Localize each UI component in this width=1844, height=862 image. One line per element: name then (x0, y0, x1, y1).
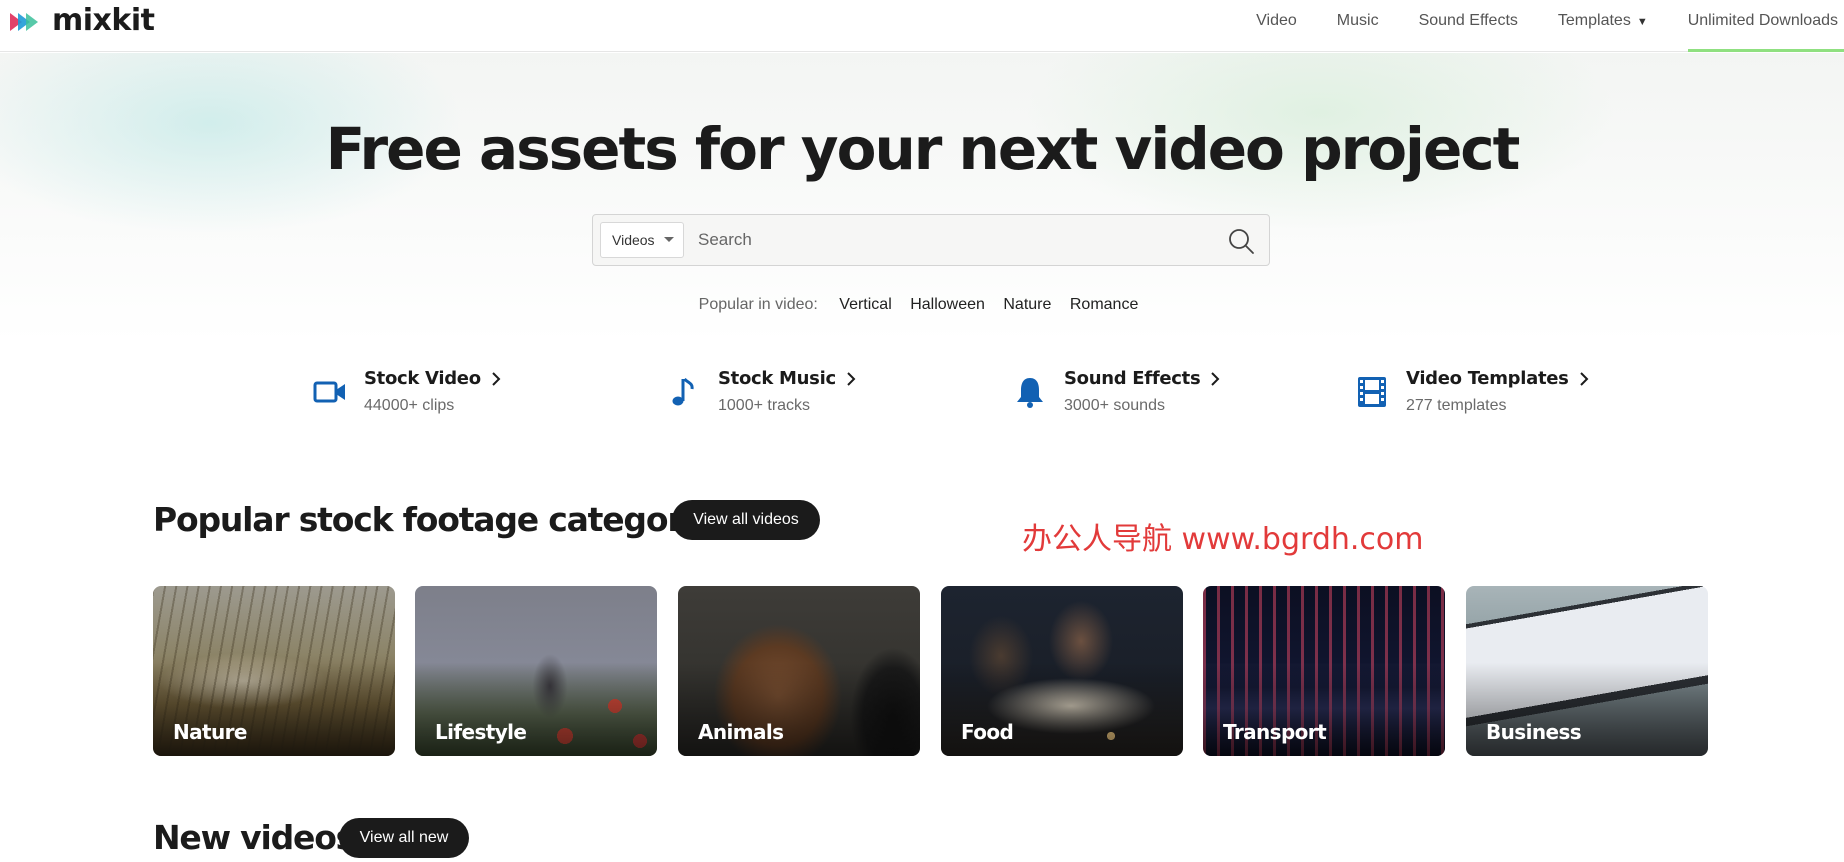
logo-text: mixkit (52, 3, 155, 38)
nav-sound-effects-label: Sound Effects (1418, 12, 1518, 29)
asset-video-templates-title-row: Video Templates (1406, 368, 1589, 389)
chevron-right-icon (847, 371, 856, 386)
search-box: Videos (592, 214, 1270, 266)
new-videos-title: New videos (153, 818, 355, 857)
select-caret-icon (664, 237, 674, 242)
asset-stock-music[interactable]: Stock Music 1000+ tracks (666, 368, 856, 420)
category-label: Business (1486, 720, 1582, 744)
category-label: Nature (173, 720, 247, 744)
view-all-videos-button[interactable]: View all videos (672, 500, 820, 540)
nav-sound-effects[interactable]: Sound Effects (1419, 0, 1518, 52)
nav-unlimited-downloads-label: Unlimited Downloads (1687, 12, 1838, 29)
main-nav: Video Music Sound Effects Templates ▼ Unl… (1216, 0, 1844, 52)
nav-music[interactable]: Music (1337, 0, 1379, 52)
asset-stock-music-count: 1000+ tracks (718, 397, 811, 414)
film-strip-icon (1358, 377, 1386, 407)
nav-templates-label: Templates (1557, 12, 1631, 29)
logo-mark-icon (10, 13, 38, 31)
asset-sound-effects-title-row: Sound Effects (1064, 368, 1220, 389)
asset-video-templates-title: Video Templates (1406, 368, 1569, 389)
top-header: mixkit Video Music Sound Effects Templat… (0, 0, 1844, 52)
nav-templates[interactable]: Templates ▼ (1558, 0, 1648, 52)
asset-sound-effects-title: Sound Effects (1064, 368, 1201, 389)
category-card-transport[interactable]: Transport (1203, 586, 1445, 756)
popular-tag-halloween[interactable]: Halloween (910, 296, 985, 313)
hero-title: Free assets for your next video project (325, 115, 1521, 183)
chevron-right-icon (1211, 371, 1220, 386)
category-card-nature[interactable]: Nature (153, 586, 395, 756)
search-input[interactable] (698, 225, 1198, 255)
category-card-animals[interactable]: Animals (678, 586, 920, 756)
caret-down-icon: ▼ (1636, 16, 1648, 28)
asset-video-templates-count: 277 templates (1406, 397, 1507, 414)
nav-music-label: Music (1336, 12, 1379, 29)
asset-sound-effects-count: 3000+ sounds (1064, 397, 1165, 414)
category-label: Food (961, 720, 1014, 744)
view-all-new-button[interactable]: View all new (339, 818, 469, 858)
asset-sound-effects[interactable]: Sound Effects 3000+ sounds (1012, 368, 1220, 420)
watermark-text: 办公人导航 www.bgrdh.com (1022, 522, 1424, 557)
bell-icon (1017, 378, 1043, 408)
popular-tag-romance[interactable]: Romance (1070, 296, 1138, 313)
chevron-right-icon (492, 371, 501, 386)
mixkit-logo[interactable]: mixkit (8, 3, 155, 38)
popular-tag-nature[interactable]: Nature (1003, 296, 1051, 313)
nav-video-label: Video (1256, 12, 1297, 29)
asset-video-templates[interactable]: Video Templates 277 templates (1354, 368, 1589, 420)
search-icon[interactable] (1227, 227, 1255, 255)
search-category-select[interactable]: Videos (600, 222, 684, 258)
asset-stock-video-count: 44000+ clips (364, 397, 455, 414)
popular-label: Popular in video: (698, 296, 818, 313)
asset-stock-video-title: Stock Video (364, 368, 481, 389)
category-label: Transport (1223, 720, 1327, 744)
popular-tags: Popular in video: Vertical Halloween Nat… (0, 296, 1844, 314)
nav-unlimited-downloads[interactable]: Unlimited Downloads (1687, 0, 1844, 52)
asset-stock-music-title-row: Stock Music (718, 368, 856, 389)
category-card-business[interactable]: Business (1466, 586, 1708, 756)
popular-categories-title: Popular stock footage categories (153, 500, 733, 539)
nav-video[interactable]: Video (1256, 0, 1297, 52)
asset-stock-video-title-row: Stock Video (364, 368, 501, 389)
asset-stock-music-title: Stock Music (718, 368, 836, 389)
category-card-lifestyle[interactable]: Lifestyle (415, 586, 657, 756)
music-note-icon (672, 377, 694, 406)
category-card-food[interactable]: Food (941, 586, 1183, 756)
search-category-value: Videos (612, 232, 655, 248)
popular-tag-vertical[interactable]: Vertical (839, 296, 891, 313)
category-label: Animals (698, 720, 784, 744)
video-camera-icon (313, 381, 345, 403)
chevron-right-icon (1579, 371, 1589, 386)
category-label: Lifestyle (435, 720, 527, 744)
asset-stock-video[interactable]: Stock Video 44000+ clips (312, 368, 501, 420)
